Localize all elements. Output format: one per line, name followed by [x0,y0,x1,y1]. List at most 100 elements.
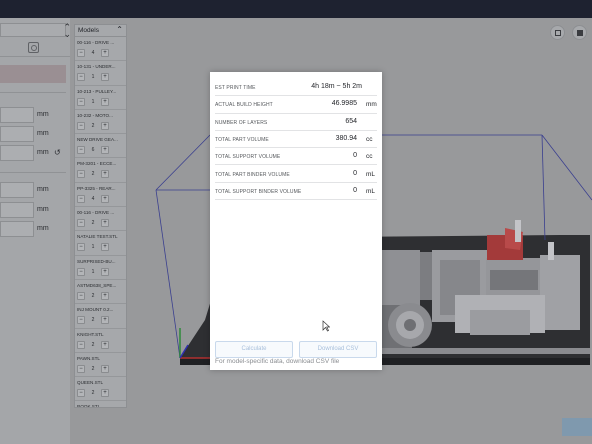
list-item[interactable]: NATALIE TEST.STL −1 + [75,231,126,256]
list-item[interactable]: PAWN.STL −2 + [75,353,126,378]
corner-action-button[interactable] [562,418,592,436]
chevron-updown-icon[interactable]: ⌃ ⌄ [63,23,71,39]
quantity-stepper: −2 + [77,340,109,349]
search-icon[interactable] [28,42,39,53]
minus-icon[interactable]: − [77,267,85,276]
minus-icon[interactable]: − [77,194,85,203]
stat-value: 46.9985 [331,100,357,108]
minus-icon[interactable]: − [77,73,85,82]
plus-icon[interactable]: + [101,219,109,228]
plus-icon[interactable]: + [101,267,109,276]
list-item[interactable]: PM-3201 - ECCE... −2 + [75,158,126,183]
quantity-value: 2 [91,292,95,299]
dimension-field-z[interactable] [0,145,34,161]
dimension-field-x[interactable] [0,107,34,123]
scale-field-y[interactable] [0,202,34,218]
model-name: NEW DRIVE GEA... [77,137,118,143]
quantity-value: 1 [91,98,95,105]
dimension-field-y[interactable] [0,126,34,142]
selected-band [0,65,66,83]
download-csv-button[interactable]: Download CSV [299,341,377,358]
reset-icon[interactable]: ↺ [54,148,61,157]
quantity-value: 1 [91,74,95,81]
plus-icon[interactable]: + [101,364,109,373]
unit-label: mm [37,206,49,213]
minus-icon[interactable]: − [77,219,85,228]
plus-icon[interactable]: + [101,49,109,57]
quantity-stepper: −1 + [77,97,109,106]
list-item[interactable]: INJ MOUNT 0.2... −2 + [75,304,126,329]
plus-icon[interactable]: + [101,97,109,106]
minus-icon[interactable]: − [77,97,85,106]
minus-icon[interactable]: − [77,121,85,130]
minus-icon[interactable]: − [77,49,85,57]
cube-icon[interactable] [572,25,587,40]
quantity-value: 4 [91,50,95,56]
list-item[interactable]: 00-116 - DRIVE ... −2 + [75,207,126,232]
scale-field-z[interactable] [0,221,34,237]
stat-unit: mL [366,170,376,178]
plus-icon[interactable]: + [101,73,109,82]
print-stats-dialog: EST PRINT TIME 4h 18m ~ 5h 2m ACTUAL BUILD… [210,72,382,370]
list-item[interactable]: PP-3325 - REAR... −4 + [75,183,126,208]
stat-value: 0 [353,152,357,160]
minus-icon[interactable]: − [77,146,85,155]
stat-row: EST PRINT TIME 4h 18m ~ 5h 2m [215,79,377,97]
plus-icon[interactable]: + [101,170,109,179]
plus-icon[interactable]: + [101,121,109,130]
plus-icon[interactable]: + [101,291,109,300]
quantity-stepper: −2 + [77,170,109,179]
quantity-stepper: −6 + [77,146,109,155]
chevron-up-icon[interactable]: ⌃ [116,25,123,34]
list-item[interactable]: NEW DRIVE GEA... −6 + [75,134,126,159]
minus-icon[interactable]: − [77,389,85,398]
list-item[interactable]: QUEEN.STL −2 + [75,377,126,402]
list-item[interactable]: KNIGHT.STL −2 + [75,329,126,353]
quantity-value: 1 [91,268,95,275]
quantity-value: 2 [91,390,95,397]
plus-icon[interactable]: + [101,389,109,398]
plus-icon[interactable]: + [101,316,109,325]
stat-unit: cc [366,153,373,161]
minus-icon[interactable]: − [77,170,85,179]
list-item[interactable]: ROOK.STL−+ [75,401,126,407]
model-name: PP-3325 - REAR... [77,185,116,191]
plus-icon[interactable]: + [101,340,109,349]
minus-icon[interactable]: − [77,340,85,349]
calculate-button[interactable]: Calculate [215,341,293,358]
save-icon[interactable] [550,25,565,40]
unit-label: mm [37,130,49,137]
stat-label: TOTAL SUPPORT VOLUME [215,154,281,161]
quantity-value: 2 [91,220,95,227]
list-item[interactable]: ASTMD638_SPE... −2 + [75,280,126,305]
mouse-cursor-icon [322,320,330,332]
model-name: ASTMD638_SPE... [77,282,117,288]
stat-label: TOTAL SUPPORT BINDER VOLUME [215,188,302,195]
plus-icon[interactable]: + [101,194,109,203]
list-item[interactable]: 10-213 - PULLEY... −1 + [75,86,126,110]
plus-icon[interactable]: + [101,243,109,252]
plus-icon[interactable]: + [101,146,109,155]
quantity-stepper: −2 + [77,316,109,325]
list-item[interactable]: 00-116 - DRIVE ... −4 + [75,37,126,62]
minus-icon[interactable]: − [77,316,85,325]
models-list: 00-116 - DRIVE ... −4 +10-131 - UNDER... −1… [75,37,126,407]
model-name: SURPRISED-BU... [77,258,116,264]
search-row [0,40,70,57]
models-title: Models [78,27,99,34]
scale-field-x[interactable] [0,182,34,198]
list-item[interactable]: 10-131 - UNDER... −1 + [75,61,126,86]
minus-icon[interactable]: − [77,364,85,373]
list-item[interactable]: SURPRISED-BU... −1 + [75,256,126,280]
stat-label: TOTAL PART BINDER VOLUME [215,171,290,178]
stat-label: TOTAL PART VOLUME [215,136,269,143]
model-name: 00-116 - DRIVE ... [77,210,115,216]
printer-select[interactable]: ⌃ ⌄ [0,23,71,39]
list-item[interactable]: 10-232 - MOTO... −2 + [75,110,126,135]
minus-icon[interactable]: − [77,291,85,300]
divider [0,92,66,93]
model-name: PAWN.STL [77,355,100,361]
minus-icon[interactable]: − [77,243,85,252]
quantity-stepper: −2 + [77,121,109,130]
quantity-value: 2 [91,317,95,324]
